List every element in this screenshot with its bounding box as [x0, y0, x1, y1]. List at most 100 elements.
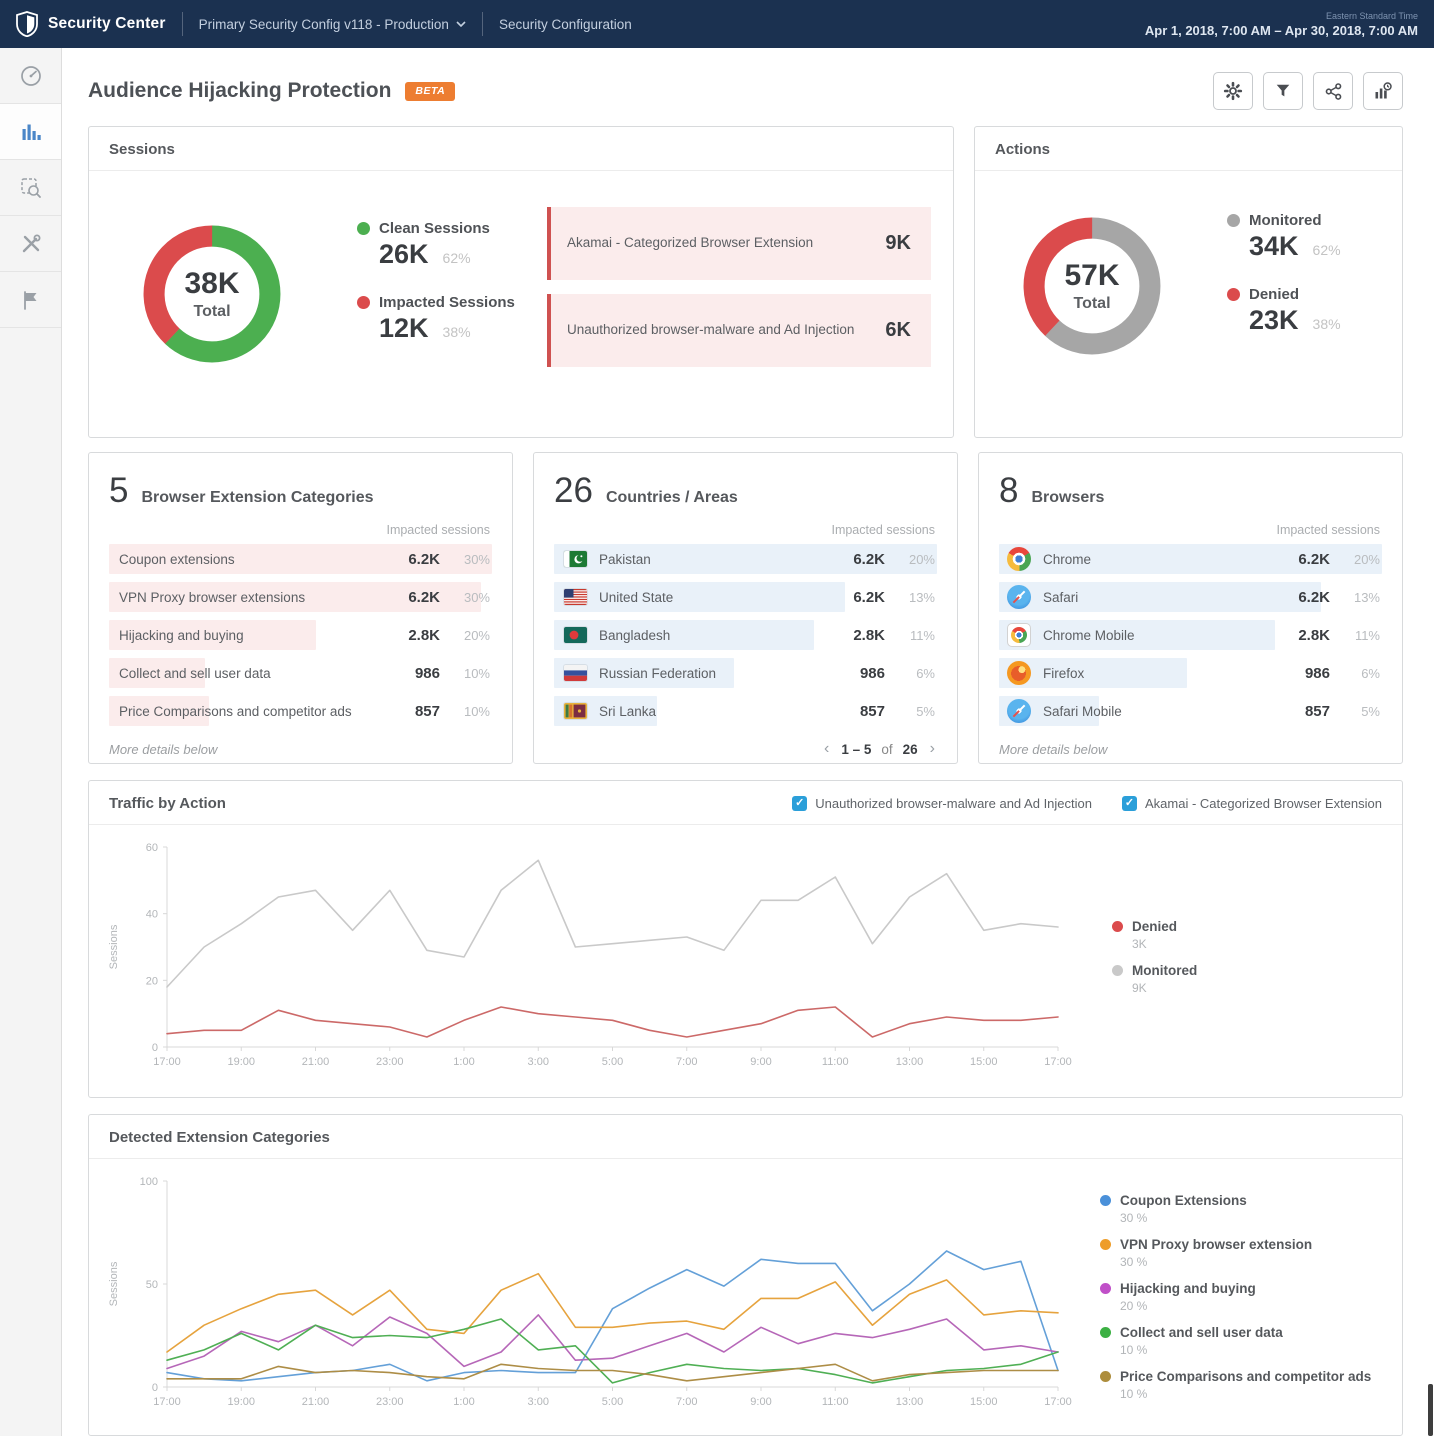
legend-item-vpn-proxy: VPN Proxy browser extension 30 % [1100, 1237, 1371, 1269]
svg-text:13:00: 13:00 [896, 1056, 924, 1068]
checkbox-checked-icon[interactable]: ✓ [1122, 796, 1137, 811]
checkbox-checked-icon[interactable]: ✓ [792, 796, 807, 811]
gear-icon [1223, 81, 1243, 101]
svg-text:15:00: 15:00 [970, 1396, 998, 1408]
extension-categories-panel: 5 Browser Extension Categories Impacted … [88, 452, 513, 764]
chrome-mobile-icon [1007, 623, 1031, 647]
header-divider [482, 12, 483, 36]
sidebar-item-explore[interactable] [0, 160, 61, 216]
filter-label: Unauthorized browser-malware and Ad Inje… [815, 796, 1092, 811]
sessions-panel-title: Sessions [89, 127, 953, 171]
row-label: Chrome Mobile [1031, 628, 1268, 643]
svg-text:Sessions: Sessions [108, 1261, 120, 1306]
row-pct: 10% [440, 666, 492, 681]
row-label: Safari Mobile [1031, 704, 1268, 719]
nav-security-configuration[interactable]: Security Configuration [499, 17, 632, 32]
svg-text:17:00: 17:00 [1044, 1056, 1072, 1068]
svg-text:15:00: 15:00 [970, 1056, 998, 1068]
table-row[interactable]: Price Comparisons and competitor ads 857… [109, 696, 492, 726]
extension-categories-title: Browser Extension Categories [141, 489, 373, 507]
sidebar-item-flags[interactable] [0, 272, 61, 328]
impacted-sessions-column-header: Impacted sessions [1001, 523, 1380, 537]
table-row[interactable]: Sri Lanka 857 5% [554, 696, 937, 726]
callout-value: 6K [885, 319, 911, 342]
filter-button[interactable] [1263, 72, 1303, 110]
pakistan-flag-icon [564, 551, 587, 567]
table-row[interactable]: Bangladesh 2.8K 11% [554, 620, 937, 650]
table-row[interactable]: VPN Proxy browser extensions 6.2K 30% [109, 582, 492, 612]
actions-donut-chart: 57K Total [1013, 207, 1171, 365]
actions-total-label: Total [1073, 295, 1110, 313]
table-row[interactable]: Safari Mobile 857 5% [999, 696, 1382, 726]
grid-search-icon [19, 176, 43, 200]
legend-item-collect-data: Collect and sell user data 10 % [1100, 1325, 1371, 1357]
detected-panel-title: Detected Extension Categories [109, 1129, 330, 1146]
sidebar-item-analytics[interactable] [0, 104, 61, 160]
app-title: Security Center [48, 15, 166, 33]
table-row[interactable]: Hijacking and buying 2.8K 20% [109, 620, 492, 650]
legend-label: Collect and sell user data [1120, 1325, 1283, 1340]
table-row[interactable]: Collect and sell user data 986 10% [109, 658, 492, 688]
scrollbar[interactable] [1428, 48, 1433, 1436]
filter-categorized-extension[interactable]: ✓ Akamai - Categorized Browser Extension [1122, 796, 1382, 811]
pagination-prev-icon[interactable]: ‹ [822, 740, 831, 758]
callout-categorized-extension[interactable]: Akamai - Categorized Browser Extension 9… [547, 207, 931, 280]
report-button[interactable] [1363, 72, 1403, 110]
filter-unauthorized-malware[interactable]: ✓ Unauthorized browser-malware and Ad In… [792, 796, 1092, 811]
svg-text:11:00: 11:00 [822, 1396, 849, 1408]
svg-text:19:00: 19:00 [227, 1056, 255, 1068]
table-row[interactable]: Chrome Mobile 2.8K 11% [999, 620, 1382, 650]
legend-item-monitored: Monitored 9K [1112, 963, 1197, 995]
more-details-note: More details below [109, 742, 492, 757]
table-row[interactable]: Safari 6.2K 13% [999, 582, 1382, 612]
legend-item-impacted-sessions: Impacted Sessions 12K 38% [357, 294, 547, 344]
table-row[interactable]: Russian Federation 986 6% [554, 658, 937, 688]
row-value: 6.2K [823, 551, 885, 568]
pagination-next-icon[interactable]: › [928, 740, 937, 758]
share-button[interactable] [1313, 72, 1353, 110]
report-clock-icon [1373, 81, 1393, 101]
sidebar-item-tools[interactable] [0, 216, 61, 272]
table-row[interactable]: Chrome 6.2K 20% [999, 544, 1382, 574]
date-range-control[interactable]: Eastern Standard Time Apr 1, 2018, 7:00 … [1145, 11, 1418, 38]
table-row[interactable]: Coupon extensions 6.2K 30% [109, 544, 492, 574]
table-row[interactable]: Firefox 986 6% [999, 658, 1382, 688]
svg-text:9:00: 9:00 [750, 1056, 771, 1068]
legend-value: 12K [379, 313, 429, 344]
svg-text:23:00: 23:00 [376, 1056, 404, 1068]
row-value: 857 [1268, 703, 1330, 720]
scrollbar-thumb[interactable] [1428, 1384, 1433, 1436]
row-pct: 11% [885, 628, 937, 643]
row-pct: 30% [440, 552, 492, 567]
detected-extension-categories-panel: Detected Extension Categories 05010017:0… [88, 1114, 1403, 1436]
table-row[interactable]: Pakistan 6.2K 20% [554, 544, 937, 574]
row-label: Chrome [1031, 552, 1268, 567]
settings-button[interactable] [1213, 72, 1253, 110]
row-label: Firefox [1031, 666, 1268, 681]
legend-label: Impacted Sessions [379, 294, 515, 311]
monitored-dot-icon [1112, 965, 1123, 976]
row-pct: 20% [440, 628, 492, 643]
row-pct: 30% [440, 590, 492, 605]
table-row[interactable]: United State 6.2K 13% [554, 582, 937, 612]
row-value: 857 [823, 703, 885, 720]
row-pct: 13% [1330, 590, 1382, 605]
bar-chart-icon [19, 120, 43, 144]
svg-text:20: 20 [146, 975, 158, 987]
impacted-sessions-dot-icon [357, 296, 370, 309]
traffic-line-chart: 020406017:0019:0021:0023:001:003:005:007… [103, 831, 1078, 1083]
legend-item-coupon-extensions: Coupon Extensions 30 % [1100, 1193, 1371, 1225]
actions-total-value: 57K [1064, 259, 1119, 293]
main-content: Audience Hijacking Protection BETA [62, 48, 1434, 1436]
callout-unauthorized-malware[interactable]: Unauthorized browser-malware and Ad Inje… [547, 294, 931, 367]
app-logo-shield-icon [16, 11, 38, 37]
svg-text:17:00: 17:00 [1044, 1396, 1072, 1408]
sidebar-item-dashboard[interactable] [0, 48, 61, 104]
russia-flag-icon [564, 665, 587, 681]
pagination-range: 1 – 5 [841, 742, 871, 757]
config-selector[interactable]: Primary Security Config v118 - Productio… [199, 17, 466, 32]
browsers-panel: 8 Browsers Impacted sessions Chrome 6.2K… [978, 452, 1403, 764]
svg-text:11:00: 11:00 [822, 1056, 849, 1068]
legend-sub: 10 % [1120, 1343, 1371, 1357]
header-divider [182, 12, 183, 36]
